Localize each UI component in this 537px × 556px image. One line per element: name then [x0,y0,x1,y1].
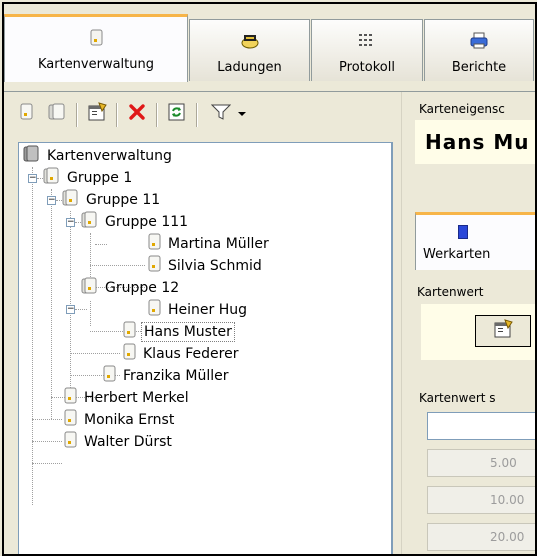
tree-group[interactable]: Gruppe 1 [43,167,134,189]
filter-button[interactable] [204,101,238,127]
new-card-icon [19,103,35,125]
tree-card[interactable]: Franzika Müller [103,365,230,387]
properties-button[interactable] [84,101,110,127]
card-value-label: Kartenwert [417,285,484,299]
group-icon [81,277,99,299]
new-card-button[interactable] [14,101,40,127]
tree-group[interactable]: Gruppe 12 [81,277,181,299]
protocol-icon [357,32,377,50]
card-tree[interactable]: − − − − Kartenverwaltung Gruppe 1 Gruppe… [18,142,393,554]
group-icon [62,189,80,211]
tree-card[interactable]: Walter Dürst [64,431,174,453]
tree-guide [32,463,62,464]
charge-icon [240,32,260,50]
collapse-toggle[interactable]: − [66,305,75,314]
filter-dropdown-button[interactable] [234,101,250,127]
refresh-button[interactable] [164,101,190,127]
preset-value-button[interactable]: 5.00 [427,449,535,477]
tab-berichte[interactable]: Berichte [424,19,534,81]
dropdown-arrow-icon [237,107,247,122]
collapse-toggle[interactable]: − [66,218,75,227]
tree-guide [75,309,87,310]
tree-guide [70,353,120,354]
toolbar-separator [156,103,158,127]
card-icon [148,255,162,277]
main-tabstrip: Kartenverwaltung Ladungen Protokoll Beri… [4,14,535,92]
card-value-set-label: Kartenwert s [419,391,496,405]
pane-splitter[interactable] [401,92,410,554]
tab-kartenverwaltung[interactable]: Kartenverwaltung [4,14,188,82]
card-icon [86,29,106,47]
tree-card[interactable]: Monika Ernst [64,409,176,431]
preset-value-button[interactable]: 10.00 [427,486,535,514]
card-name-heading: Hans Mu [415,120,535,164]
tree-guide [90,265,145,266]
card-icon [64,409,78,431]
tab-werkarten[interactable]: Werkarten [415,212,535,270]
app-window: Kartenverwaltung Ladungen Protokoll Beri… [2,2,537,556]
tree-root[interactable]: Kartenverwaltung [23,145,174,167]
toolbar-separator [116,103,118,127]
properties-label: Karteneigensc [419,102,505,116]
tree-card[interactable]: Klaus Federer [123,343,240,365]
properties-icon [492,318,514,344]
card-icon [123,321,137,343]
group-icon [43,167,61,189]
delete-button[interactable] [124,101,150,127]
tree-card[interactable]: Silvia Schmid [148,255,264,277]
tree-guide [51,189,52,419]
toolbar-separator [196,103,198,127]
werkarten-icon [458,225,468,239]
tree-card-selected[interactable]: Hans Muster [123,321,235,343]
filter-icon [210,103,232,125]
tree-card[interactable]: Martina Müller [148,233,271,255]
tree-guide [32,419,62,420]
edit-card-value-button[interactable] [475,315,531,347]
card-properties-pane: Karteneigensc Hans Mu Werkarten Kartenwe… [415,92,535,554]
tab-protokoll[interactable]: Protokoll [311,19,423,81]
tree-guide [32,167,33,505]
tree-card[interactable]: Herbert Merkel [64,387,191,409]
preset-value-button[interactable]: 20.00 [427,523,535,551]
card-icon [64,431,78,453]
tree-card[interactable]: Heiner Hug [148,299,249,321]
printer-icon [469,32,489,50]
card-icon [148,233,162,255]
tree-guide [95,244,107,245]
tree-guide [90,233,91,283]
tree-toolbar [14,101,399,131]
toolbar-separator [76,103,78,127]
properties-icon [87,102,107,126]
tree-group[interactable]: Gruppe 11 [62,189,162,211]
card-icon [103,365,117,387]
new-group-button[interactable] [44,101,70,127]
tree-guide [90,301,91,326]
new-group-icon [47,103,67,125]
card-icon [148,299,162,321]
tree-group[interactable]: Gruppe 111 [81,211,190,233]
delete-icon [128,103,146,125]
collapse-toggle[interactable]: − [28,174,37,183]
card-icon [123,343,137,365]
tree-guide [32,441,62,442]
card-icon [64,387,78,409]
collapse-toggle[interactable]: − [47,196,56,205]
tab-ladungen[interactable]: Ladungen [189,19,310,81]
card-value-input[interactable] [427,412,535,440]
group-icon [81,211,99,233]
tabstrip-baseline [4,91,535,92]
group-icon [23,145,41,167]
refresh-icon [167,102,187,126]
